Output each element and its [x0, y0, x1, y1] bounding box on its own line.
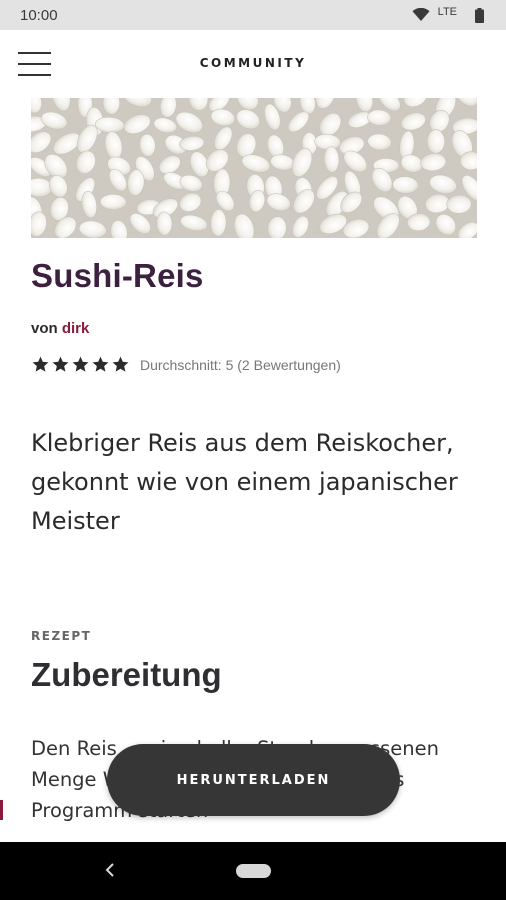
author-prefix: von [31, 320, 58, 337]
home-pill-icon[interactable] [236, 864, 271, 878]
star-icon [52, 356, 69, 372]
author-link[interactable]: dirk [62, 320, 90, 337]
edge-marker [0, 800, 3, 820]
star-icon [32, 356, 49, 372]
rating-row: Durchschnitt: 5 (2 Bewertungen) [31, 355, 341, 374]
section-title: Zubereitung [31, 656, 222, 693]
status-icons: LTE [412, 6, 484, 23]
recipe-title: Sushi-Reis [31, 257, 204, 294]
network-type-label: LTE [437, 6, 457, 18]
app-bar: COMMUNITY [0, 30, 506, 96]
section-kicker: REZEPT [31, 629, 92, 643]
star-icon [72, 356, 89, 372]
star-icon [92, 356, 109, 372]
star-icon [112, 356, 129, 372]
signal-icon [465, 8, 467, 22]
wifi-icon [412, 8, 430, 21]
system-nav-bar [0, 842, 506, 900]
download-button[interactable]: HERUNTERLADEN [107, 744, 400, 816]
author-line: von dirk [31, 320, 89, 337]
status-time: 10:00 [20, 6, 58, 24]
back-icon[interactable] [100, 858, 120, 882]
status-bar: 10:00 LTE [0, 0, 506, 30]
recipe-image [31, 98, 477, 238]
rating-stars [31, 355, 130, 374]
battery-icon [475, 7, 484, 23]
recipe-description: Klebriger Reis aus dem Reiskocher, gekon… [31, 429, 458, 535]
sushi-rice-photo [31, 98, 477, 238]
rating-summary: Durchschnitt: 5 (2 Bewertungen) [140, 356, 341, 373]
app-title: COMMUNITY [199, 56, 307, 70]
